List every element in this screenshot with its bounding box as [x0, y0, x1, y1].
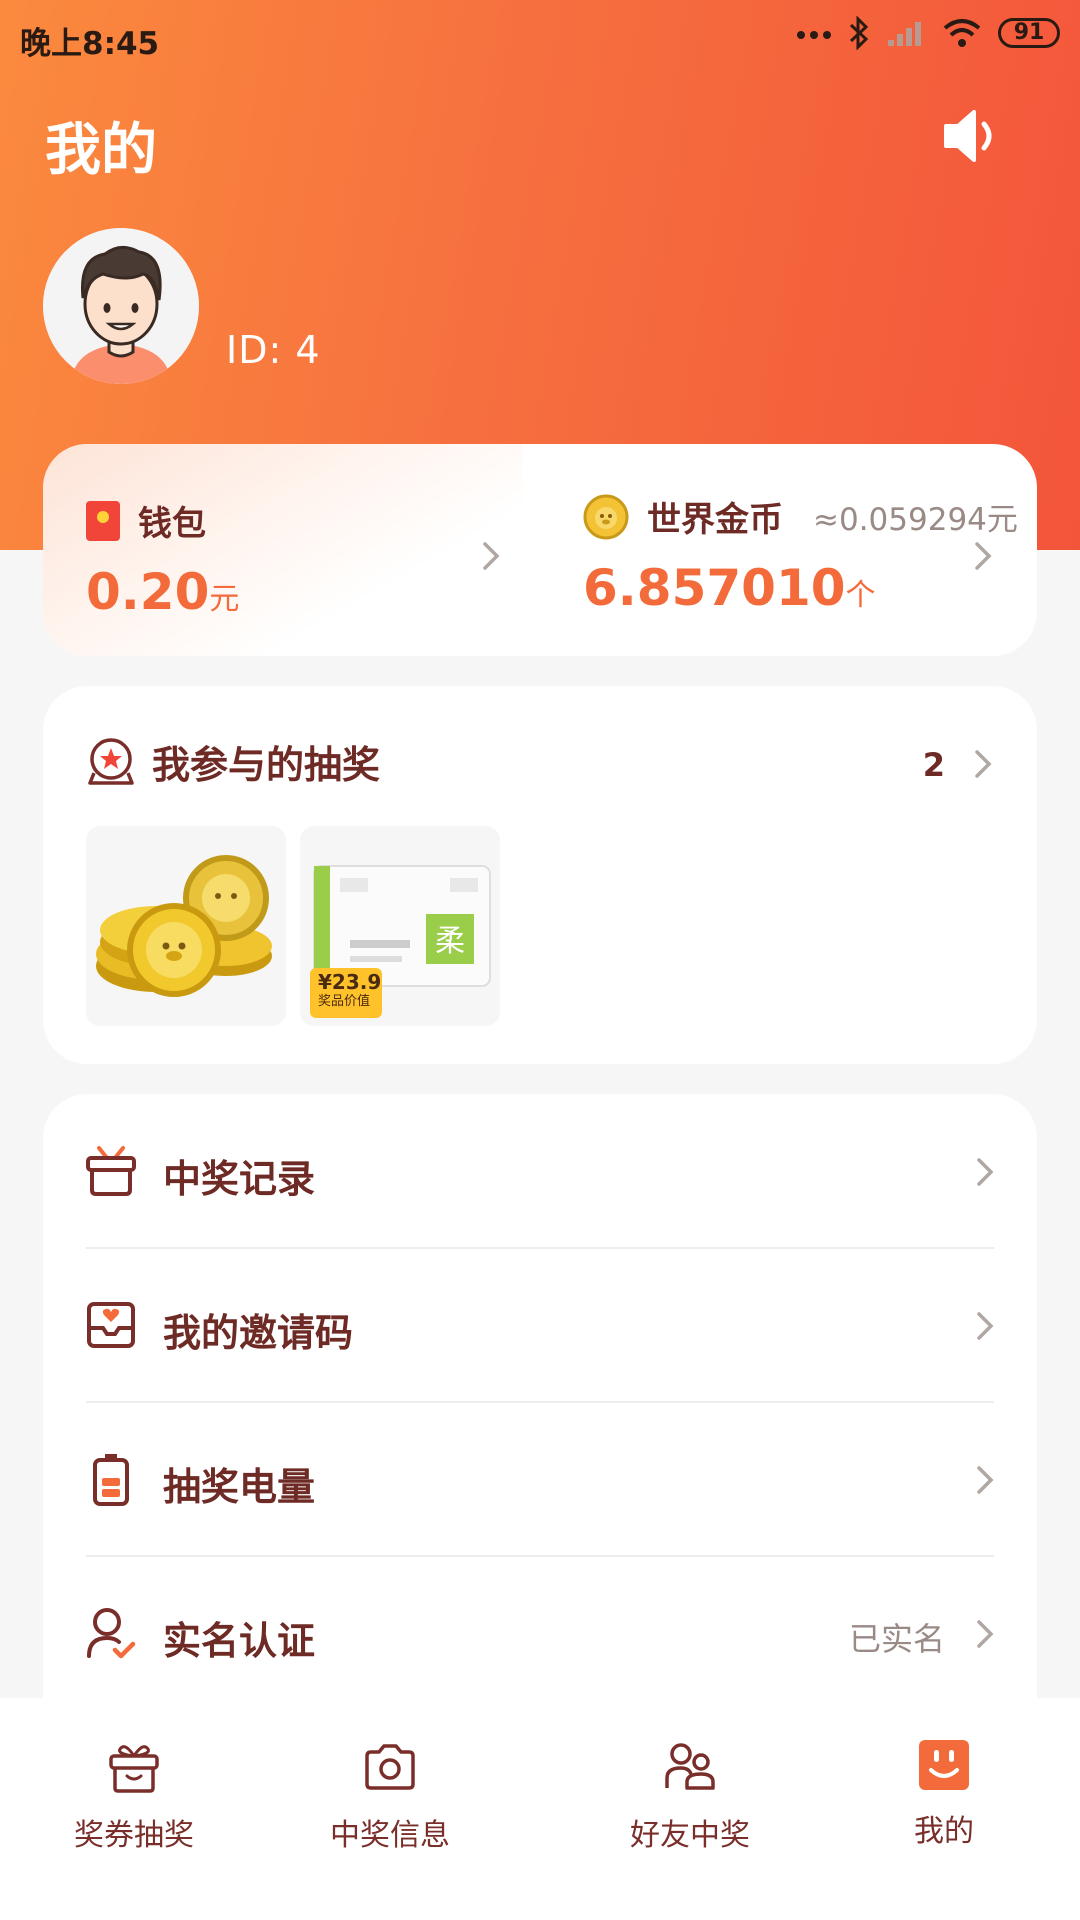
price-label: 奖品价值 [318, 994, 371, 1009]
invite-envelope-icon [87, 1302, 135, 1348]
status-bar: 晚上8:45 91 [0, 0, 1080, 72]
my-lottery-card[interactable]: 我参与的抽奖 2 柔 ¥23.9 奖品价值 [43, 686, 1037, 1064]
status-time: 晚上8:45 [20, 26, 160, 62]
gift-box-icon [86, 1146, 136, 1196]
battery-indicator: 91 [998, 18, 1060, 48]
coins-label-row: 世界金币 ≈0.059294元 [583, 492, 1018, 541]
speaker-icon [944, 110, 992, 162]
wallet-unit: 元 [209, 582, 240, 617]
menu-chevron-icon [977, 1620, 994, 1648]
user-id: ID: 4 [226, 328, 321, 372]
lottery-title-row: 我参与的抽奖 [86, 734, 380, 789]
price-tag: ¥23.9 奖品价值 [310, 968, 382, 1018]
camera-icon [365, 1744, 415, 1790]
menu-card: 中奖记录 我的邀请码 抽奖电量 实名认证 已实名 [43, 1094, 1037, 1754]
menu-item-lottery-energy[interactable]: 抽奖电量 [43, 1402, 1037, 1556]
wallet-label: 钱包 [138, 504, 206, 544]
verification-status: 已实名 [848, 1620, 945, 1658]
menu-item-win-records[interactable]: 中奖记录 [43, 1094, 1037, 1248]
avatar[interactable] [43, 228, 199, 384]
wallet-section[interactable]: 钱包 0.20元 [86, 496, 239, 621]
coin-icon [583, 494, 629, 539]
nav-item-mine[interactable]: 我的 [844, 1740, 1044, 1850]
coins-amount: 6.857010 [583, 559, 846, 617]
wallet-label-row: 钱包 [86, 496, 239, 545]
menu-label: 实名认证 [163, 1619, 316, 1663]
wallet-card: 钱包 0.20元 世界金币 ≈0.059294元 6.857010个 [43, 444, 1037, 656]
menu-item-invite-code[interactable]: 我的邀请码 [43, 1248, 1037, 1402]
award-badge-icon [88, 737, 134, 785]
nav-item-lottery[interactable]: 奖券抽奖 [34, 1740, 234, 1854]
nav-item-friends[interactable]: 好友中奖 [590, 1740, 790, 1854]
verified-user-icon [87, 1608, 136, 1659]
coins-section[interactable]: 世界金币 ≈0.059294元 6.857010个 [583, 492, 1018, 617]
price-value: ¥23.9 [318, 970, 382, 994]
lottery-thumb-coins[interactable] [86, 826, 286, 1026]
bottom-nav: 奖券抽奖 中奖信息 好友中奖 我的 [0, 1698, 1080, 1920]
coins-unit: 个 [845, 578, 876, 613]
wallet-amount: 0.20 [86, 563, 210, 621]
red-envelope-icon [86, 500, 120, 541]
lottery-chevron-icon[interactable] [973, 748, 993, 780]
menu-chevron-icon [977, 1312, 994, 1340]
menu-item-real-name[interactable]: 实名认证 已实名 [43, 1556, 1037, 1710]
nav-label: 好友中奖 [630, 1818, 750, 1853]
page-title: 我的 [45, 118, 157, 183]
smile-face-icon [919, 1740, 969, 1790]
nav-item-win-info[interactable]: 中奖信息 [290, 1740, 490, 1854]
menu-chevron-icon [977, 1158, 994, 1186]
menu-label: 我的邀请码 [163, 1311, 354, 1355]
svg-text:柔: 柔 [435, 924, 465, 959]
nav-label: 中奖信息 [330, 1818, 450, 1853]
wallet-amount-row: 0.20元 [86, 563, 239, 621]
nav-label: 我的 [914, 1814, 974, 1849]
battery-icon [93, 1454, 129, 1506]
gift-icon [109, 1745, 159, 1793]
lottery-title: 我参与的抽奖 [152, 743, 381, 787]
more-dots-icon [797, 31, 831, 39]
wallet-chevron-icon [483, 542, 500, 570]
coins-label: 世界金币 [647, 500, 783, 540]
coins-approx-value: ≈0.059294元 [813, 502, 1018, 538]
wifi-icon [943, 19, 981, 47]
friends-icon [665, 1743, 715, 1790]
speaker-button[interactable] [942, 108, 1002, 164]
menu-chevron-icon [977, 1466, 994, 1494]
coins-amount-row: 6.857010个 [583, 559, 1018, 617]
coins-chevron-icon [975, 542, 992, 570]
bluetooth-icon [849, 16, 869, 50]
gold-coins-image-icon [96, 855, 272, 997]
lottery-count: 2 [922, 746, 945, 784]
status-icons: 91 [796, 16, 1060, 50]
lottery-thumb-tissue[interactable]: 柔 ¥23.9 奖品价值 [300, 826, 500, 1026]
menu-label: 抽奖电量 [163, 1465, 316, 1509]
nav-label: 奖券抽奖 [74, 1818, 194, 1853]
menu-label: 中奖记录 [163, 1157, 316, 1201]
signal-icon [888, 22, 921, 46]
avatar-illustration-icon [43, 228, 199, 384]
